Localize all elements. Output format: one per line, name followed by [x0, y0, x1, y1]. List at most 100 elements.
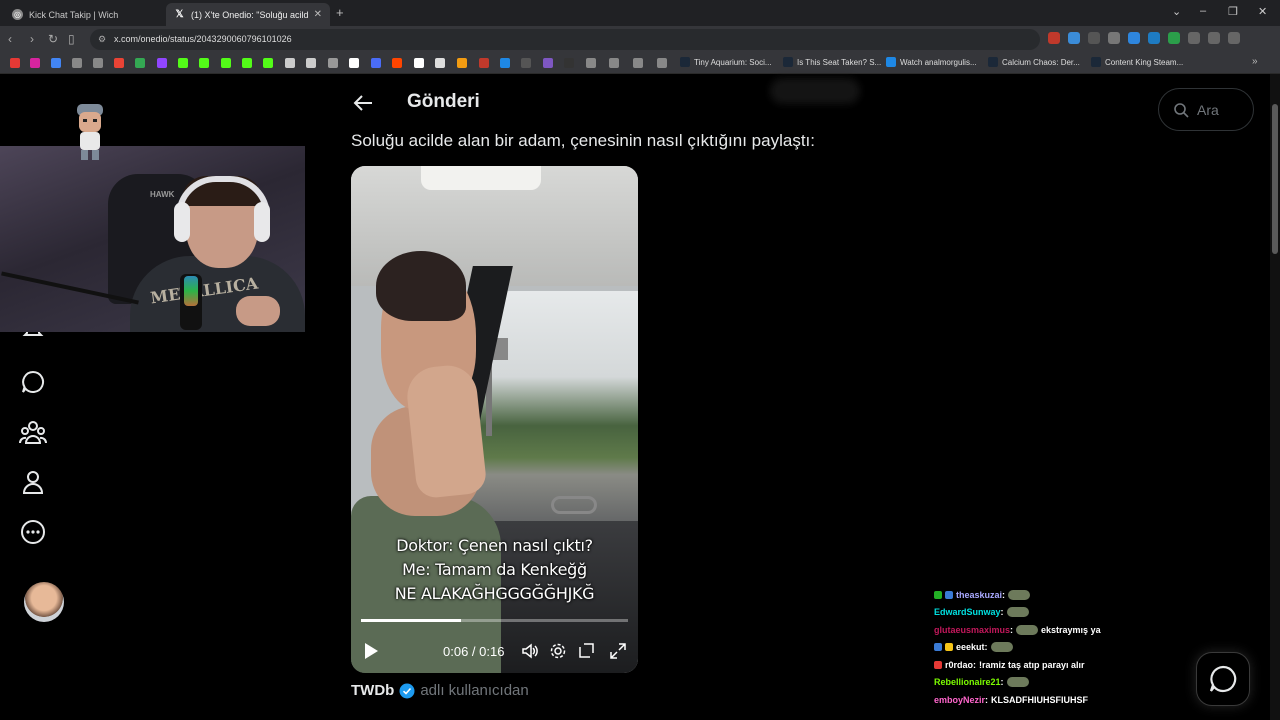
puzzle-icon[interactable]: [1188, 32, 1200, 44]
communities-icon[interactable]: [18, 417, 48, 447]
bookmark-icon[interactable]: [435, 58, 445, 68]
x-logo-icon[interactable]: [349, 58, 359, 68]
page-scrollbar[interactable]: [1270, 74, 1280, 720]
drive-icon[interactable]: [135, 58, 145, 68]
bookmark-icon[interactable]: [371, 58, 381, 68]
bookmark-icon[interactable]: [93, 58, 103, 68]
chat-separator: :: [1002, 589, 1006, 600]
extension-icon[interactable]: [1168, 32, 1180, 44]
bookmark-icon[interactable]: [51, 58, 61, 68]
tab-search-icon[interactable]: ⌄: [1172, 5, 1181, 18]
restore-button[interactable]: ❐: [1228, 5, 1238, 18]
video-progress-bar[interactable]: [361, 619, 628, 622]
new-tab-button[interactable]: +: [336, 5, 344, 20]
back-icon[interactable]: ‹: [8, 32, 12, 46]
fullscreen-icon[interactable]: [609, 642, 627, 660]
bookmark-icon[interactable]: [414, 58, 424, 68]
video-progress-fill: [361, 619, 462, 622]
scrollbar-thumb[interactable]: [1272, 104, 1278, 254]
chat-username[interactable]: glutaeusmaximus: [934, 625, 1010, 635]
volume-icon[interactable]: [521, 642, 539, 660]
bookmark-icon[interactable]: [457, 58, 467, 68]
profile-icon[interactable]: [18, 467, 48, 497]
extension-icon[interactable]: [1148, 32, 1160, 44]
more-bookmarks-icon[interactable]: »: [1252, 56, 1258, 67]
bookmark-watch[interactable]: Watch analmorgulis...: [886, 57, 977, 67]
youtube-icon[interactable]: [10, 58, 20, 68]
url-text: x.com/onedio/status/2043290060796101026: [114, 34, 292, 44]
bookmark-icon[interactable]: [306, 58, 316, 68]
chat-username[interactable]: eeekut: [956, 642, 985, 652]
steam-icon: [783, 57, 793, 67]
twitch-icon[interactable]: [157, 58, 167, 68]
extension-icon[interactable]: [1128, 32, 1140, 44]
profile-icon[interactable]: [1228, 32, 1240, 44]
bookmark-icon[interactable]: [72, 58, 82, 68]
extension-icon[interactable]: [1068, 32, 1080, 44]
bookmark-icon[interactable]: [479, 58, 489, 68]
folder-icon[interactable]: [657, 58, 667, 68]
chat-username[interactable]: Rebellionaire21: [934, 677, 1001, 687]
folder-icon[interactable]: [586, 58, 596, 68]
kick-icon[interactable]: [178, 58, 188, 68]
folder-icon[interactable]: [609, 58, 619, 68]
chat-username[interactable]: EdwardSunway: [934, 607, 1001, 617]
instagram-icon[interactable]: [30, 58, 40, 68]
tab-title: Kick Chat Takip | Wich: [29, 9, 119, 20]
play-icon[interactable]: [363, 642, 379, 660]
headphones-right: [254, 202, 270, 242]
video-attribution[interactable]: TWDb adlı kullanıcıdan: [351, 682, 529, 699]
extension-icon[interactable]: [1108, 32, 1120, 44]
picture-in-picture-icon[interactable]: [577, 642, 595, 660]
chat-emote-icon: [1006, 607, 1029, 618]
chat-badge-icon: [934, 660, 942, 669]
extension-icon[interactable]: [1048, 32, 1060, 44]
reload-icon[interactable]: ↻: [48, 32, 58, 46]
grok-chat-button[interactable]: [1196, 652, 1250, 706]
close-tab-icon[interactable]: ✕: [314, 9, 322, 20]
search-input[interactable]: Ara: [1158, 88, 1254, 131]
minimize-button[interactable]: –: [1200, 5, 1206, 17]
bookmark-seat-taken[interactable]: Is This Seat Taken? S...: [783, 57, 881, 67]
settings-icon[interactable]: [549, 642, 567, 660]
post-text: Soluğu acilde alan bir adam, çenesinin n…: [351, 131, 815, 150]
bookmark-content-king[interactable]: Content King Steam...: [1091, 57, 1183, 67]
extension-icon[interactable]: [1088, 32, 1100, 44]
gmail-icon[interactable]: [114, 58, 124, 68]
close-window-button[interactable]: ✕: [1258, 5, 1267, 18]
bookmark-tiny-aquarium[interactable]: Tiny Aquarium: Soci...: [680, 57, 772, 67]
url-field[interactable]: ⚙ x.com/onedio/status/204329006079610102…: [90, 29, 1040, 50]
bookmark-icon[interactable]: [328, 58, 338, 68]
chat-username[interactable]: r0rdao: [945, 660, 973, 670]
back-arrow-icon[interactable]: [352, 92, 374, 114]
bookmark-icon[interactable]: [564, 58, 574, 68]
tab-x-post[interactable]: 𝕏 (1) X'te Onedio: "Soluğu acilde a ✕: [166, 3, 330, 26]
site-info-icon[interactable]: ⚙: [98, 29, 106, 50]
bookmark-icon[interactable]: [500, 58, 510, 68]
tab-kick-chat[interactable]: ◎ Kick Chat Takip | Wich: [4, 3, 164, 26]
messages-icon[interactable]: [18, 367, 48, 397]
bookmark-calcium-chaos[interactable]: Calcium Chaos: Der...: [988, 57, 1080, 67]
bookmark-icon[interactable]: [543, 58, 553, 68]
folder-icon[interactable]: [633, 58, 643, 68]
account-avatar[interactable]: [24, 582, 64, 622]
reddit-icon[interactable]: [392, 58, 402, 68]
forward-icon[interactable]: ›: [30, 32, 34, 46]
sidebar-icon[interactable]: [1208, 32, 1220, 44]
bookmark-icon[interactable]: [263, 58, 273, 68]
kick-icon[interactable]: [199, 58, 209, 68]
video-player[interactable]: Doktor: Çenen nasıl çıktı? Me: Tamam da …: [351, 166, 638, 673]
more-icon[interactable]: [18, 517, 48, 547]
chat-emote-icon: [1006, 677, 1029, 688]
messages-icon: [1209, 665, 1237, 693]
chat-username[interactable]: theaskuzai: [956, 590, 1002, 600]
chat-username[interactable]: emboyNezir: [934, 695, 985, 705]
video-controls: 0:06 / 0:16: [351, 636, 638, 666]
tab-title: (1) X'te Onedio: "Soluğu acilde a: [191, 9, 308, 20]
kick-icon[interactable]: [221, 58, 231, 68]
attribution-name[interactable]: TWDb: [351, 682, 394, 699]
bookmark-icon[interactable]: ▯: [68, 32, 75, 46]
kick-icon[interactable]: [242, 58, 252, 68]
anchor-icon[interactable]: [285, 58, 295, 68]
bookmark-icon[interactable]: [521, 58, 531, 68]
